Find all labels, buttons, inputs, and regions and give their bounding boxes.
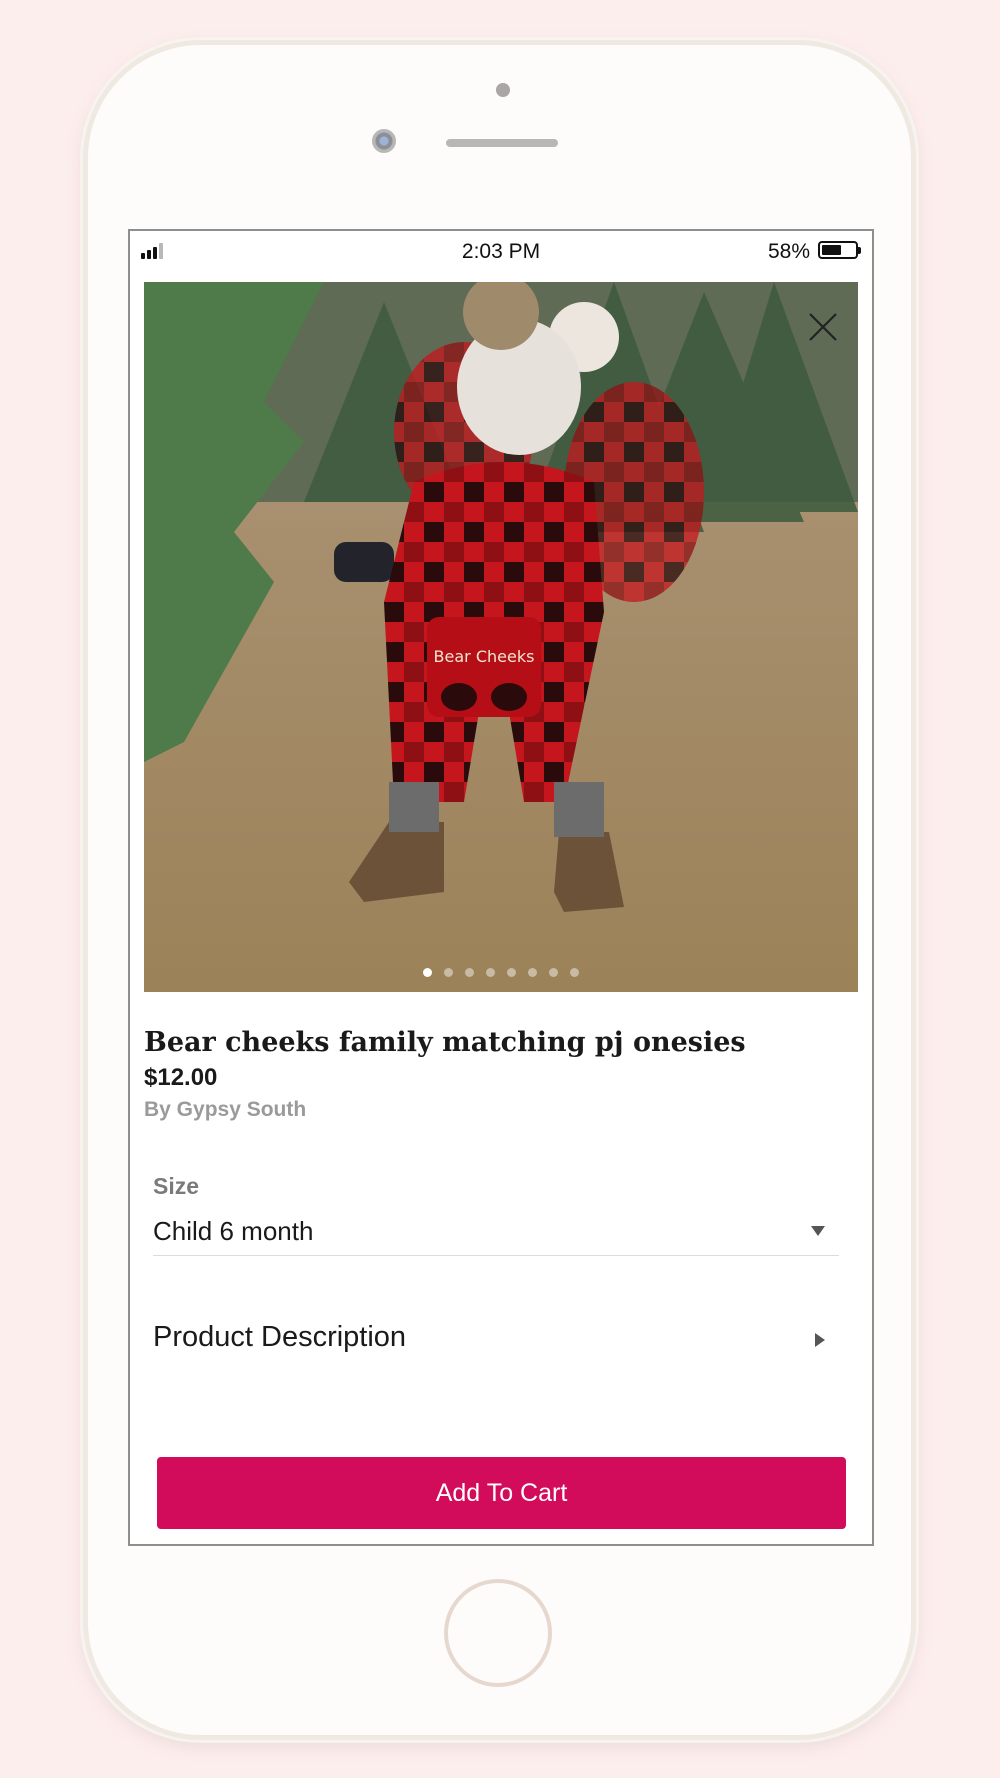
gallery-dot[interactable]	[465, 968, 474, 977]
home-button[interactable]	[444, 1579, 552, 1687]
front-camera	[372, 129, 396, 153]
size-dropdown[interactable]: Child 6 month	[153, 1210, 839, 1256]
gallery-dot[interactable]	[528, 968, 537, 977]
earpiece-speaker	[446, 139, 558, 147]
product-image[interactable]: Bear Cheeks	[144, 282, 858, 992]
battery-icon	[818, 241, 861, 259]
close-button[interactable]	[806, 310, 840, 344]
product-description-label: Product Description	[153, 1321, 407, 1353]
gallery-dot[interactable]	[570, 968, 579, 977]
chevron-right-icon	[815, 1333, 825, 1347]
app-screen: 2:03 PM 58% Bear Cheeks Bear cheeks fami…	[128, 229, 874, 1546]
status-time: 2:03 PM	[461, 240, 541, 263]
gallery-dot[interactable]	[444, 968, 453, 977]
product-vendor[interactable]: By Gypsy South	[144, 1098, 306, 1122]
add-to-cart-button[interactable]: Add To Cart	[157, 1457, 846, 1529]
product-photo: Bear Cheeks	[144, 282, 858, 992]
product-price: $12.00	[144, 1064, 218, 1091]
close-icon	[809, 313, 837, 341]
gallery-dot[interactable]	[507, 968, 516, 977]
gallery-dot[interactable]	[486, 968, 495, 977]
gallery-pagination[interactable]	[144, 964, 858, 982]
gallery-dot[interactable]	[549, 968, 558, 977]
product-title: Bear cheeks family matching pj onesies	[144, 1027, 746, 1058]
product-description-toggle[interactable]: Product Description	[153, 1315, 839, 1365]
size-selected-value: Child 6 month	[153, 1216, 314, 1246]
svg-text:Bear Cheeks: Bear Cheeks	[434, 647, 535, 666]
status-bar: 2:03 PM 58%	[130, 231, 872, 273]
size-label: Size	[153, 1173, 200, 1199]
battery-percent: 58%	[767, 240, 810, 263]
proximity-sensor	[496, 83, 510, 97]
gallery-dot[interactable]	[423, 968, 432, 977]
chevron-down-icon	[811, 1226, 825, 1236]
